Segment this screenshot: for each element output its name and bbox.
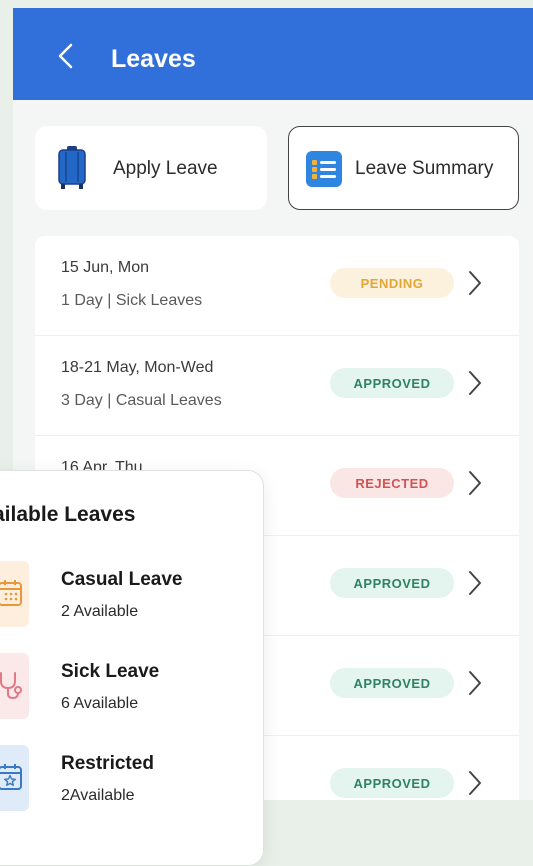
calendar-star-icon bbox=[0, 764, 22, 790]
status-badge: REJECTED bbox=[330, 468, 454, 498]
leave-summary-label: Leave Summary bbox=[355, 158, 494, 179]
panel-title: ailable Leaves bbox=[0, 503, 136, 526]
list-icon bbox=[306, 151, 342, 187]
leave-type-name: Restricted bbox=[61, 753, 154, 774]
status-badge: APPROVED bbox=[330, 368, 454, 398]
status-badge: APPROVED bbox=[330, 568, 454, 598]
leave-summary-button[interactable]: Leave Summary bbox=[288, 126, 519, 210]
calendar-icon bbox=[0, 580, 22, 606]
status-badge: APPROVED bbox=[330, 768, 454, 798]
chevron-right-icon[interactable] bbox=[467, 769, 483, 797]
available-leave-item[interactable]: Sick Leave 6 Available bbox=[0, 653, 265, 723]
chevron-right-icon[interactable] bbox=[467, 569, 483, 597]
available-leave-item[interactable]: Casual Leave 2 Available bbox=[0, 561, 265, 631]
available-leave-item[interactable]: Restricted 2Available bbox=[0, 745, 265, 815]
stethoscope-icon bbox=[0, 672, 22, 700]
chevron-right-icon[interactable] bbox=[467, 269, 483, 297]
leave-request-row[interactable]: 18-21 May, Mon-Wed 3 Day | Casual Leaves… bbox=[35, 336, 519, 436]
apply-leave-label: Apply Leave bbox=[113, 158, 218, 179]
chevron-right-icon[interactable] bbox=[467, 369, 483, 397]
status-badge: PENDING bbox=[330, 268, 454, 298]
leave-detail: 1 Day | Sick Leaves bbox=[61, 292, 203, 309]
leave-available-count: 2 Available bbox=[61, 603, 139, 620]
chevron-right-icon[interactable] bbox=[467, 469, 483, 497]
app-header: Leaves bbox=[13, 8, 533, 100]
sick-leave-tile bbox=[0, 653, 29, 719]
leave-available-count: 6 Available bbox=[61, 695, 139, 712]
chevron-right-icon[interactable] bbox=[467, 669, 483, 697]
casual-leave-tile bbox=[0, 561, 29, 627]
page-title: Leaves bbox=[111, 45, 196, 73]
leave-detail: 3 Day | Casual Leaves bbox=[61, 392, 222, 409]
leave-date: 18-21 May, Mon-Wed bbox=[61, 359, 214, 376]
available-leaves-panel: ailable Leaves Casual Leave 2 Available … bbox=[0, 470, 264, 866]
leave-request-row[interactable]: 15 Jun, Mon 1 Day | Sick Leaves PENDING bbox=[35, 236, 519, 336]
status-badge: APPROVED bbox=[330, 668, 454, 698]
leave-available-count: 2Available bbox=[61, 787, 135, 804]
leave-type-name: Casual Leave bbox=[61, 569, 183, 590]
leave-date: 15 Jun, Mon bbox=[61, 259, 150, 276]
leave-type-name: Sick Leave bbox=[61, 661, 160, 682]
suitcase-icon bbox=[58, 146, 86, 189]
apply-leave-button[interactable]: Apply Leave bbox=[35, 126, 267, 210]
restricted-leave-tile bbox=[0, 745, 29, 811]
back-arrow-icon[interactable] bbox=[55, 43, 77, 69]
